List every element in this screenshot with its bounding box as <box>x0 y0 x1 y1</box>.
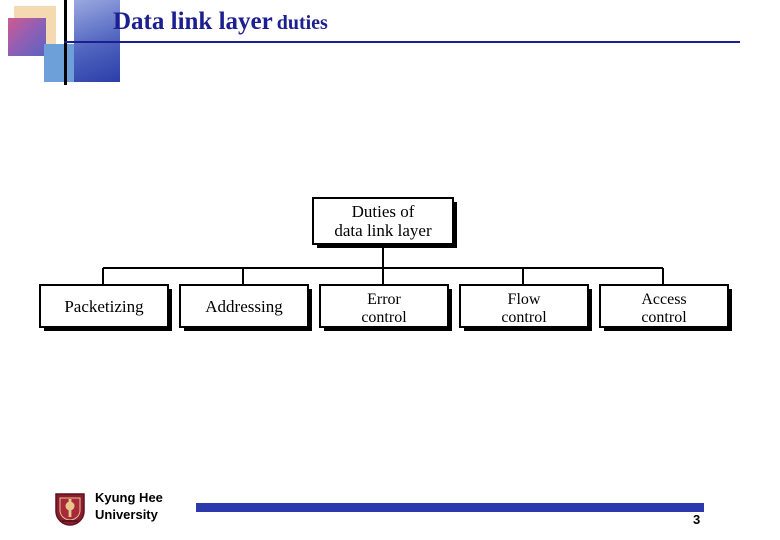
footer-bar <box>196 503 704 512</box>
diagram-node-addressing: Addressing <box>179 284 312 331</box>
title-underline <box>64 41 740 43</box>
diagram-node-addressing-line1: Addressing <box>205 297 283 316</box>
footer-organization-line1: Kyung Hee <box>95 490 163 505</box>
page-number: 3 <box>693 512 701 527</box>
footer-organization: Kyung Hee University <box>95 489 163 523</box>
diagram-node-root-line2: data link layer <box>334 221 432 240</box>
diagram-node-root-line1: Duties of <box>352 202 415 221</box>
diagram-connectors <box>102 248 664 285</box>
diagram-node-error-control-line2: control <box>361 309 407 326</box>
diagram-node-error-control: Error control <box>319 284 452 331</box>
diagram-node-access-control: Access control <box>599 284 732 331</box>
diagram-node-flow-control-line1: Flow <box>508 291 541 308</box>
page-title: Data link layer duties <box>113 8 328 36</box>
footer-organization-line2: University <box>95 507 158 522</box>
diagram-node-flow-control: Flow control <box>459 284 592 331</box>
diagram-node-error-control-line1: Error <box>367 291 401 308</box>
diagram-node-packetizing-line1: Packetizing <box>64 297 144 316</box>
diagram-node-flow-control-line2: control <box>501 309 547 326</box>
diagram-node-access-control-line1: Access <box>641 291 686 308</box>
diagram-node-root: Duties of data link layer <box>312 197 457 248</box>
deco-square-gradient-pink <box>8 18 46 56</box>
diagram-node-packetizing: Packetizing <box>39 284 172 331</box>
page-title-main: Data link layer <box>113 8 273 35</box>
diagram-node-access-control-line2: control <box>641 309 687 326</box>
page-title-sub: duties <box>276 12 328 34</box>
university-crest-icon <box>50 490 90 526</box>
